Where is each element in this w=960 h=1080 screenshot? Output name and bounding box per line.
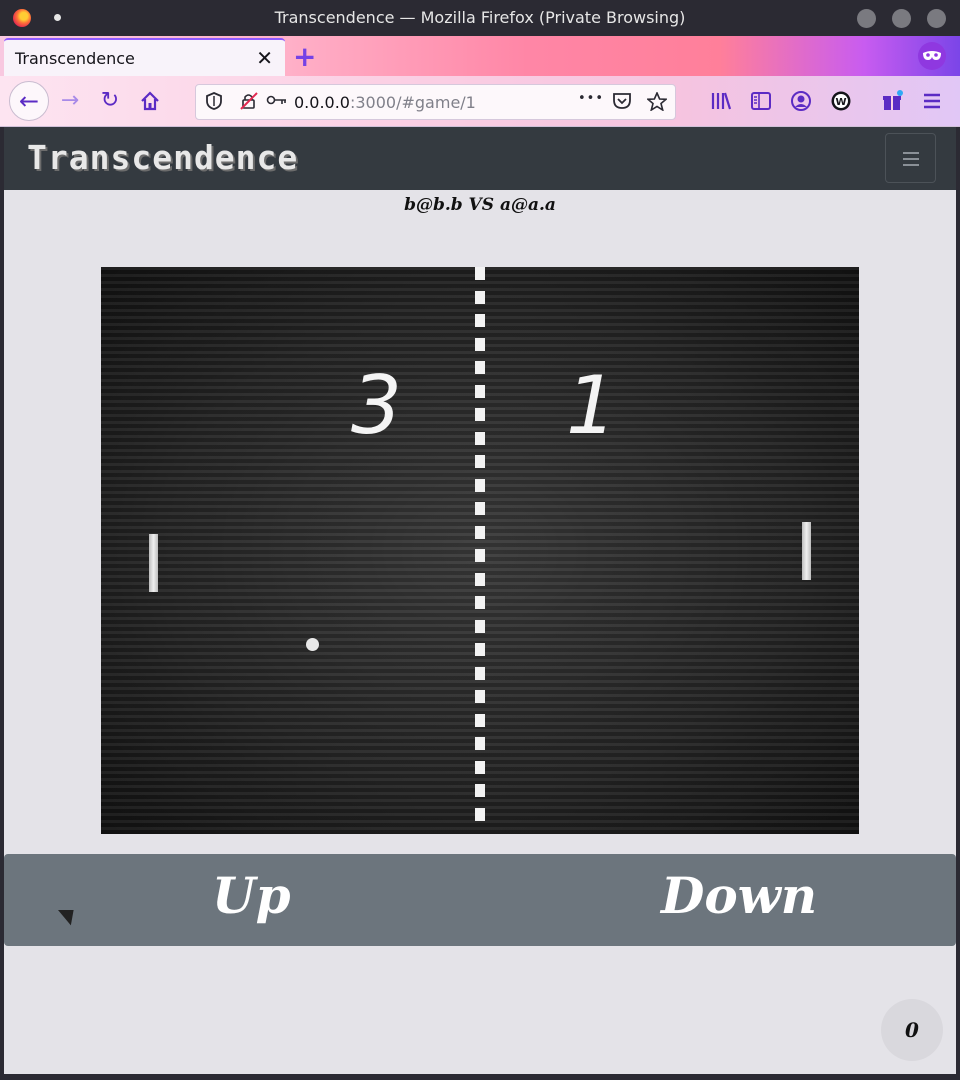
extension-w-icon[interactable]: W (826, 86, 856, 116)
court-net-segment (475, 761, 485, 774)
insecure-connection-icon[interactable] (240, 92, 258, 115)
game-controls-bar: Up Down (4, 854, 956, 946)
down-button[interactable]: Down (661, 866, 817, 925)
court-net-segment (475, 338, 485, 351)
court-net-segment (475, 455, 485, 468)
private-browsing-icon (918, 42, 946, 70)
minimize-button[interactable] (857, 9, 876, 28)
navigation-toolbar: ← → ↻ 0.0.0.0:3000/#game/1 ••• W (0, 76, 960, 127)
court-net-segment (475, 267, 485, 280)
shield-icon[interactable] (206, 92, 222, 115)
app-brand[interactable]: Transcendence (27, 138, 298, 177)
sidebar-icon[interactable] (746, 86, 776, 116)
court-net-segment (475, 361, 485, 374)
court-net-segment (475, 596, 485, 609)
whats-new-gift-icon[interactable] (877, 86, 907, 116)
navbar-toggler-button[interactable] (885, 133, 936, 183)
court-net-segment (475, 573, 485, 586)
tab-transcendence[interactable]: Transcendence ✕ (4, 38, 285, 76)
court-net-segment (475, 502, 485, 515)
tab-label: Transcendence (15, 49, 135, 68)
pocket-icon[interactable] (612, 92, 632, 115)
url-path: :3000/#game/1 (349, 93, 476, 112)
court-net-segment (475, 408, 485, 421)
svg-text:W: W (835, 97, 846, 108)
court-net-segment (475, 549, 485, 562)
right-player-score: 1 (566, 359, 617, 452)
url-host: 0.0.0.0 (294, 93, 350, 112)
court-net-segment (475, 385, 485, 398)
new-tab-button[interactable]: + (293, 40, 316, 73)
close-window-button[interactable] (927, 9, 946, 28)
home-button[interactable] (135, 86, 165, 116)
app-navbar: Transcendence (4, 127, 956, 190)
url-bar[interactable]: 0.0.0.0:3000/#game/1 ••• (195, 84, 676, 120)
toggler-bar-icon (903, 158, 919, 160)
maximize-button[interactable] (892, 9, 911, 28)
court-net-segment (475, 314, 485, 327)
match-players-title: b@b.b VS a@a.a (404, 195, 556, 215)
court-net-segment (475, 526, 485, 539)
page-actions-icon[interactable]: ••• (578, 91, 604, 106)
toggler-bar-icon (903, 152, 919, 154)
court-net-segment (475, 291, 485, 304)
court-net-segment (475, 432, 485, 445)
bookmark-star-icon[interactable] (645, 90, 669, 116)
hamburger-menu-icon[interactable] (917, 86, 947, 116)
forward-button[interactable]: → (55, 86, 85, 116)
library-icon[interactable] (706, 86, 736, 116)
window-titlebar: Transcendence — Mozilla Firefox (Private… (0, 0, 960, 36)
court-net-segment (475, 784, 485, 797)
court-net-segment (475, 737, 485, 750)
back-button[interactable]: ← (9, 81, 49, 121)
right-paddle (802, 522, 811, 580)
url-text: 0.0.0.0:3000/#game/1 (294, 93, 476, 112)
window-title: Transcendence — Mozilla Firefox (Private… (274, 8, 686, 27)
key-icon[interactable] (266, 92, 288, 112)
court-net-segment (475, 620, 485, 633)
court-net-segment (475, 808, 485, 821)
pong-ball (306, 638, 319, 651)
left-player-score: 3 (351, 359, 402, 452)
page-content: Transcendence b@b.b VS a@a.a 3 1 Up Down… (4, 127, 956, 1074)
court-net-segment (475, 643, 485, 656)
pong-court[interactable]: 3 1 (101, 267, 859, 834)
left-paddle (149, 534, 158, 592)
notification-count-badge[interactable]: 0 (881, 999, 943, 1061)
reload-button[interactable]: ↻ (95, 86, 125, 116)
tab-close-icon[interactable]: ✕ (256, 46, 273, 70)
court-net-segment (475, 714, 485, 727)
court-net-segment (475, 667, 485, 680)
up-button[interactable]: Up (212, 866, 291, 925)
tab-bar: Transcendence ✕ + (0, 36, 960, 76)
account-icon[interactable] (786, 86, 816, 116)
court-net-segment (475, 479, 485, 492)
toggler-bar-icon (903, 164, 919, 166)
court-net-segment (475, 690, 485, 703)
